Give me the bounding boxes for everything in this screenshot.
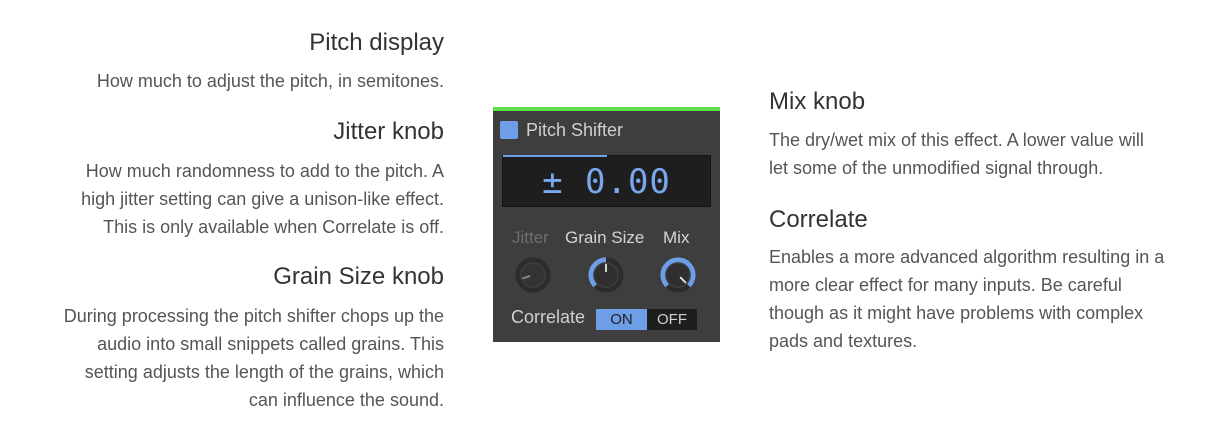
correlate-toggle[interactable]: ON OFF xyxy=(596,309,697,330)
correlate-heading: Correlate xyxy=(769,206,868,233)
grain-desc-line: setting adjusts the length of the grains… xyxy=(84,362,444,382)
correlate-description: Enables a more advanced algorithm result… xyxy=(769,243,1164,355)
jitter-desc-line: This is only available when Correlate is… xyxy=(103,217,444,237)
pitch-display-indicator xyxy=(503,155,607,157)
correlate-on-button[interactable]: ON xyxy=(596,309,647,330)
correlate-desc-line: Enables a more advanced algorithm result… xyxy=(769,247,1165,267)
jitter-knob-heading: Jitter knob xyxy=(333,118,444,145)
jitter-knob-label: Jitter xyxy=(512,228,549,247)
correlate-desc-line: pads and textures. xyxy=(769,331,918,351)
pitch-display-value: ± 0.00 xyxy=(542,162,671,202)
pitch-shifter-panel: Pitch Shifter ± 0.00 Jitter Grain Size M… xyxy=(493,107,720,342)
grain-size-knob-label: Grain Size xyxy=(565,228,645,247)
grain-desc-line: can influence the sound. xyxy=(248,390,444,410)
jitter-knob-description: How much randomness to add to the pitch.… xyxy=(81,157,444,241)
grain-size-knob[interactable] xyxy=(587,256,625,294)
plugin-title: Pitch Shifter xyxy=(526,119,624,140)
correlate-off-button[interactable]: OFF xyxy=(647,309,697,330)
mix-desc-line: let some of the unmodified signal throug… xyxy=(769,158,1104,178)
mix-knob-heading: Mix knob xyxy=(769,88,866,115)
jitter-desc-line: high jitter setting can give a unison-li… xyxy=(81,189,444,209)
grain-desc-line: During processing the pitch shifter chop… xyxy=(63,306,444,326)
jitter-desc-line: How much randomness to add to the pitch.… xyxy=(85,161,444,181)
jitter-knob[interactable] xyxy=(514,256,552,294)
mix-knob[interactable] xyxy=(659,256,697,294)
pitch-display-description: How much to adjust the pitch, in semiton… xyxy=(96,71,444,91)
correlate-label: Correlate xyxy=(511,307,586,327)
grain-size-knob-description: During processing the pitch shifter chop… xyxy=(64,302,444,414)
knob-body xyxy=(521,263,545,287)
panel-title-row: Pitch Shifter xyxy=(500,118,623,142)
mix-desc-line: The dry/wet mix of this effect. A lower … xyxy=(769,130,1144,150)
mix-knob-description: The dry/wet mix of this effect. A lower … xyxy=(769,126,1144,182)
grain-size-knob-heading: Grain Size knob xyxy=(273,263,444,290)
grain-desc-line: audio into small snippets called grains.… xyxy=(97,334,444,354)
pitch-display-heading: Pitch display xyxy=(309,29,444,56)
mix-knob-label: Mix xyxy=(663,228,690,247)
plugin-enable-toggle[interactable] xyxy=(500,121,518,139)
pitch-display[interactable]: ± 0.00 xyxy=(502,155,711,207)
correlate-desc-line: more clear effect for many inputs. Be ca… xyxy=(769,275,1122,295)
correlate-desc-line: though as it might have problems with co… xyxy=(769,303,1144,323)
